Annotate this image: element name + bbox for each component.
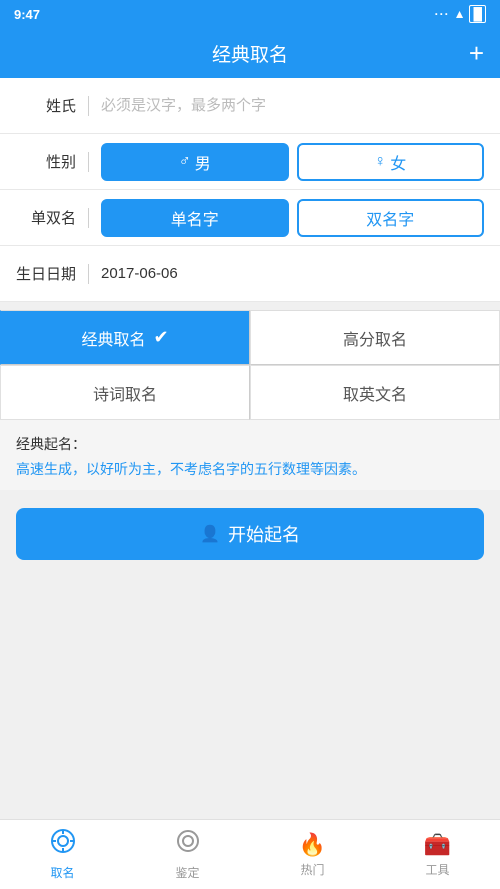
surname-label: 姓氏 — [16, 95, 76, 116]
surname-row: 姓氏 — [0, 78, 500, 134]
surname-input[interactable] — [101, 97, 484, 114]
nav-naming-icon — [50, 828, 76, 861]
start-naming-button[interactable]: 👤 开始起名 — [16, 508, 484, 560]
single-double-row: 单双名 单名字 双名字 — [0, 190, 500, 246]
poetry-naming-cell[interactable]: 诗词取名 — [0, 365, 250, 420]
gender-female-button[interactable]: ♀ 女 — [297, 143, 485, 181]
birthday-divider — [88, 264, 89, 284]
header-title: 经典取名 — [212, 40, 288, 67]
signal-icon: ··· — [435, 7, 450, 21]
battery-icon: █ — [469, 5, 486, 23]
female-icon: ♀ — [374, 153, 386, 171]
nav-item-appraise[interactable]: 鉴定 — [125, 820, 250, 889]
highscore-naming-cell[interactable]: 高分取名 — [250, 310, 500, 365]
nav-item-hot[interactable]: 🔥 热门 — [250, 820, 375, 889]
birthday-value: 2017-06-06 — [101, 265, 484, 282]
birthday-label: 生日日期 — [16, 263, 76, 284]
nav-naming-label: 取名 — [50, 864, 74, 881]
status-bar: 9:47 ··· ▲ █ — [0, 0, 500, 28]
nav-hot-icon: 🔥 — [299, 832, 326, 858]
female-label: 女 — [390, 150, 406, 174]
gender-row: 性别 ♂ 男 ♀ 女 — [0, 134, 500, 190]
desc-title: 经典起名： — [16, 434, 484, 454]
desc-body: 高速生成，以好听为主，不考虑名字的五行数理等因素。 — [16, 458, 484, 480]
english-naming-cell[interactable]: 取英文名 — [250, 365, 500, 420]
bottom-nav: 取名 鉴定 🔥 热门 🧰 工具 — [0, 819, 500, 889]
nav-appraise-label: 鉴定 — [175, 864, 199, 881]
double-name-label: 双名字 — [366, 206, 414, 230]
single-double-label: 单双名 — [16, 207, 76, 228]
nav-hot-label: 热门 — [300, 861, 324, 878]
classic-naming-cell[interactable]: 经典取名 ✔ — [0, 310, 250, 365]
gender-label: 性别 — [16, 151, 76, 172]
start-naming-label: 开始起名 — [228, 521, 300, 547]
gender-male-button[interactable]: ♂ 男 — [101, 143, 289, 181]
nav-item-tools[interactable]: 🧰 工具 — [375, 820, 500, 889]
classic-naming-label: 经典取名 — [81, 326, 145, 350]
status-time: 9:47 — [14, 7, 40, 22]
double-name-button[interactable]: 双名字 — [297, 199, 485, 237]
add-button[interactable]: + — [469, 40, 484, 66]
form-area: 姓氏 性别 ♂ 男 ♀ 女 单双名 单名字 双名字 — [0, 78, 500, 302]
start-person-icon: 👤 — [200, 524, 220, 544]
gender-toggle-group: ♂ 男 ♀ 女 — [101, 143, 484, 181]
section-gap-1 — [0, 302, 500, 310]
single-name-label: 单名字 — [171, 206, 219, 230]
status-icons: ··· ▲ █ — [435, 5, 486, 23]
nav-tools-label: 工具 — [425, 861, 449, 878]
surname-divider — [88, 96, 89, 116]
highscore-naming-label: 高分取名 — [343, 326, 407, 350]
check-icon: ✔ — [153, 327, 168, 348]
start-button-wrap: 👤 开始起名 — [0, 490, 500, 578]
gender-divider — [88, 152, 89, 172]
nav-appraise-icon — [175, 828, 201, 861]
name-type-grid: 经典取名 ✔ 高分取名 诗词取名 取英文名 — [0, 310, 500, 420]
male-icon: ♂ — [179, 153, 191, 171]
single-double-divider — [88, 208, 89, 228]
english-naming-label: 取英文名 — [343, 381, 407, 405]
app-header: 经典取名 + — [0, 28, 500, 78]
description-area: 经典起名： 高速生成，以好听为主，不考虑名字的五行数理等因素。 — [0, 420, 500, 490]
single-name-button[interactable]: 单名字 — [101, 199, 289, 237]
nav-tools-icon: 🧰 — [424, 832, 451, 858]
male-label: 男 — [195, 150, 211, 174]
poetry-naming-label: 诗词取名 — [93, 381, 157, 405]
wifi-icon: ▲ — [454, 7, 466, 21]
single-double-toggle-group: 单名字 双名字 — [101, 199, 484, 237]
birthday-row[interactable]: 生日日期 2017-06-06 — [0, 246, 500, 302]
nav-item-naming[interactable]: 取名 — [0, 820, 125, 889]
